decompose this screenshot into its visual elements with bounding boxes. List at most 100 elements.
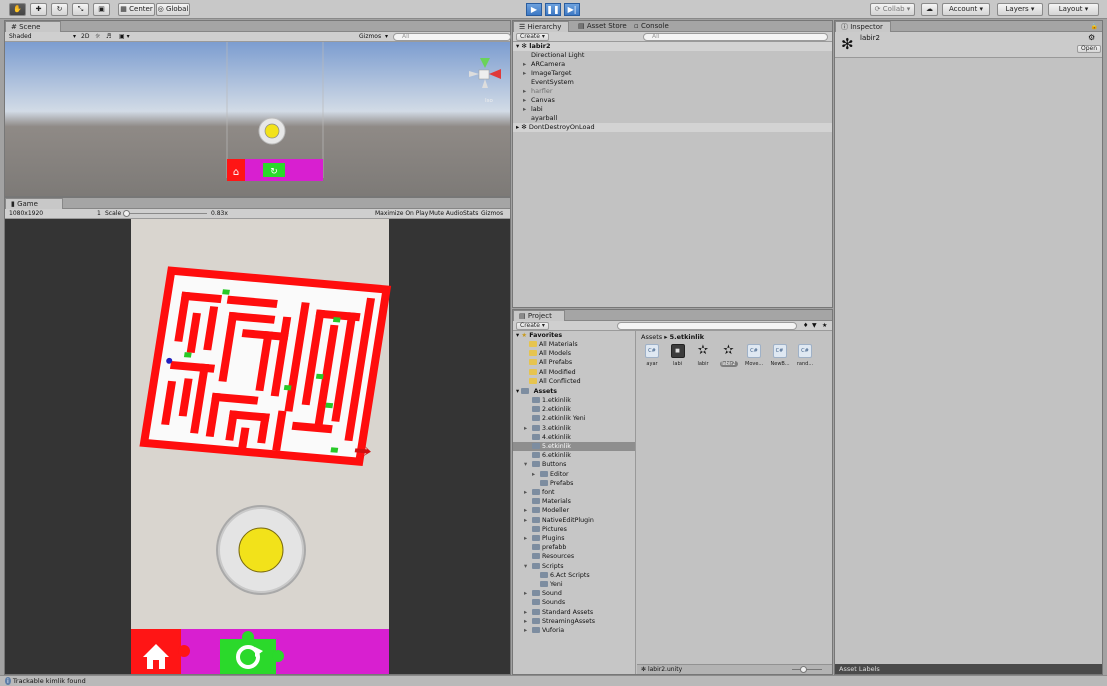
favorite-star-icon[interactable]: ★ [822,321,827,331]
folder-item[interactable]: Sounds [513,598,635,607]
collapse-arrow-icon[interactable]: ▸ [524,488,532,497]
expand-arrow-icon[interactable]: ▸ [523,96,531,105]
status-message[interactable]: Trackable kimlik found [13,677,86,685]
collapse-arrow-icon[interactable]: ▸ [524,506,532,515]
filter-label-icon[interactable]: ▼ [812,321,817,331]
folder-item[interactable]: Yeni [513,580,635,589]
folder-item[interactable]: ▸ Vuforia [513,626,635,635]
hierarchy-item[interactable]: Directional Light [513,51,832,60]
scene-viewport[interactable]: ⌂ ↻ Iso [5,42,510,196]
gear-icon[interactable]: ⚙ [1088,33,1095,42]
collapse-arrow-icon[interactable]: ▸ [532,470,540,479]
folder-item[interactable]: 2.etkinlik Yeni [513,414,635,423]
asset-item[interactable]: ✫ labir [694,344,712,367]
assets-root[interactable]: ▾ Assets [513,387,635,396]
tab-inspector[interactable]: ⓘ Inspector [835,21,891,32]
favorites-item[interactable]: All Prefabs [513,358,635,367]
folder-item[interactable]: 2.etkinlik [513,405,635,414]
project-search-input[interactable] [617,322,797,330]
global-button[interactable]: ◎ Global [156,3,190,16]
folder-item[interactable]: ▸ Plugins [513,534,635,543]
hierarchy-create-dropdown[interactable]: Create ▾ [516,33,549,41]
maximize-on-play-toggle[interactable]: Maximize On Play [375,209,428,219]
tab-console[interactable]: ▫ Console [629,21,674,32]
folder-item[interactable]: 6.etkinlik [513,451,635,460]
hierarchy-dontdestroy-row[interactable]: ▸ ✻ DontDestroyOnLoad [513,123,832,132]
move-tool-button[interactable]: ✚ [30,3,47,16]
collapse-arrow-icon[interactable]: ▸ [524,626,532,635]
game-gizmos-dropdown[interactable]: Gizmos [481,209,503,219]
pivot-center-button[interactable]: ▦ Center [118,3,155,16]
scene-gizmos-dropdown[interactable]: Gizmos [359,32,381,42]
scene-search-input[interactable]: All [393,33,511,41]
game-viewport[interactable] [5,219,510,674]
folder-item[interactable]: 6.Act Scripts [513,571,635,580]
mode-2d-toggle[interactable]: 2D [81,32,89,42]
account-dropdown[interactable]: Account ▾ [942,3,990,16]
effects-toggle-icon[interactable]: ▣ ▾ [119,32,130,42]
folder-item[interactable]: 1.etkinlik [513,396,635,405]
hierarchy-item[interactable]: ayarball [513,114,832,123]
folder-item[interactable]: ▸ 3.etkinlik [513,424,635,433]
folder-item[interactable]: ▸ StreamingAssets [513,617,635,626]
folder-item[interactable]: Pictures [513,525,635,534]
collapse-arrow-icon[interactable]: ▸ [524,589,532,598]
asset-item[interactable]: C# rand... [796,344,814,367]
hierarchy-item[interactable]: ▸ Canvas [513,96,832,105]
folder-item[interactable]: ▸ font [513,488,635,497]
scale-slider-track[interactable] [125,213,207,214]
favorites-item[interactable]: All Models [513,349,635,358]
collab-button[interactable]: ⟳ Collab ▾ [870,3,915,16]
favorites-item[interactable]: All Modified [513,368,635,377]
folder-item[interactable]: Prefabs [513,479,635,488]
hierarchy-item[interactable]: ▸ harfler [513,87,832,96]
hierarchy-search-input[interactable]: All [643,33,828,41]
project-create-dropdown[interactable]: Create ▾ [516,322,549,330]
layers-dropdown[interactable]: Layers ▾ [997,3,1043,16]
tab-game[interactable]: ▮ Game [5,198,63,209]
expand-arrow-icon[interactable]: ▸ [523,87,531,96]
filter-type-icon[interactable]: ♦ [803,321,808,331]
collapse-arrow-icon[interactable]: ▸ [524,608,532,617]
icon-size-slider-thumb[interactable] [800,666,807,673]
asset-item[interactable]: ■ labi [669,344,687,367]
display-number[interactable]: 1 [97,209,101,219]
lighting-toggle-icon[interactable]: ☼ [95,32,100,42]
open-button[interactable]: Open [1077,45,1102,53]
stats-toggle[interactable]: Stats [463,209,478,219]
tab-hierarchy[interactable]: ☰ Hierarchy [513,21,569,32]
expand-arrow-icon[interactable]: ▾ [524,460,532,469]
collapse-arrow-icon[interactable]: ▸ [524,617,532,626]
tab-project[interactable]: ▤ Project [513,310,565,321]
folder-item[interactable]: Materials [513,497,635,506]
play-button[interactable]: ▶ [526,3,542,16]
folder-item[interactable]: ▸ Standard Assets [513,608,635,617]
hierarchy-item[interactable]: ▸ labi [513,105,832,114]
folder-item[interactable]: prefabb [513,543,635,552]
favorites-header[interactable]: ▾ ★ Favorites [513,331,635,340]
expand-arrow-icon[interactable]: ▸ [523,60,531,69]
collapse-arrow-icon[interactable]: ▸ [524,534,532,543]
hierarchy-item[interactable]: EventSystem [513,78,832,87]
asset-labels-bar[interactable]: Asset Labels [835,664,1102,674]
tab-asset-store[interactable]: ▤ Asset Store [573,21,632,32]
hand-tool-button[interactable]: ✋ [9,3,26,16]
folder-item[interactable]: 5.etkinlik [513,442,635,452]
pause-button[interactable]: ❚❚ [545,3,561,16]
hierarchy-item[interactable]: ▸ ImageTarget [513,69,832,78]
tab-scene[interactable]: # Scene [5,21,61,32]
mute-audio-toggle[interactable]: Mute Audio [429,209,463,219]
breadcrumb-current[interactable]: 5.etkinlik [670,333,704,341]
asset-item[interactable]: C# Move... [745,344,763,367]
asset-item[interactable]: C# NewB... [771,344,790,367]
folder-item[interactable]: ▾ Scripts [513,562,635,571]
expand-arrow-icon[interactable]: ▾ [524,562,532,571]
folder-item[interactable]: ▸ Modeller [513,506,635,515]
asset-item[interactable]: ✫ labir2 [719,344,738,367]
audio-toggle-icon[interactable]: ♬ [106,32,111,42]
collapse-arrow-icon[interactable]: ▸ [524,516,532,525]
shading-mode-dropdown[interactable]: Shaded [9,32,32,42]
hierarchy-scene-row[interactable]: ▾ ✻ labir2 [513,42,832,51]
folder-item[interactable]: Resources [513,552,635,561]
hierarchy-item[interactable]: ▸ ARCamera [513,60,832,69]
